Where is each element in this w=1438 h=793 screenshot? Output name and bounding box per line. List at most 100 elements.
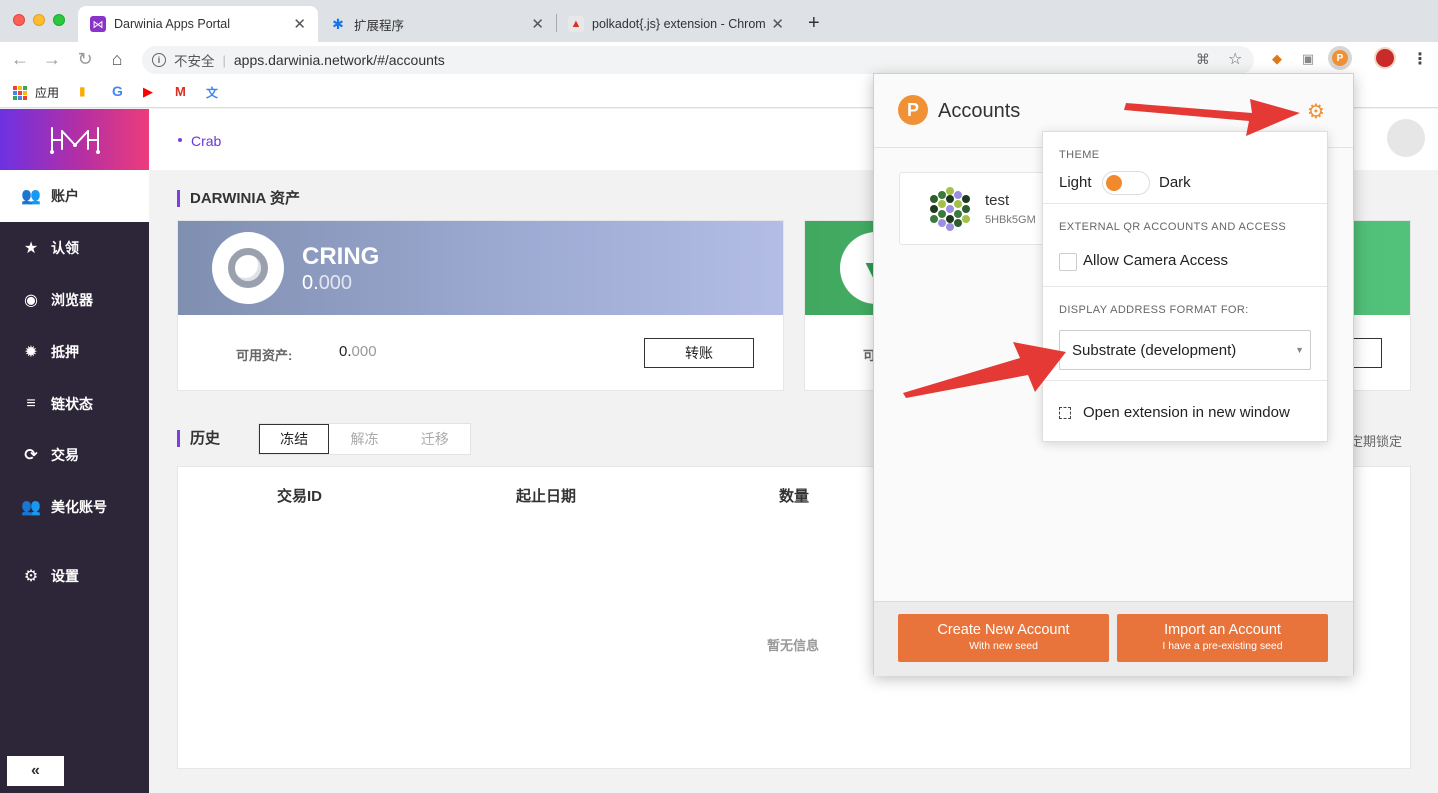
settings-gear-icon[interactable]: ⚙ (1307, 99, 1325, 124)
google-translate-icon[interactable]: 文 (206, 84, 218, 101)
security-label: 不安全 (174, 54, 215, 69)
button-sublabel: With new seed (969, 640, 1038, 652)
bookmark-star-icon[interactable]: ☆ (1228, 49, 1242, 69)
tab-close-icon[interactable]: ✕ (531, 15, 544, 33)
close-window-button[interactable] (13, 14, 25, 26)
reload-icon[interactable]: ↻ (74, 49, 96, 70)
tab-close-icon[interactable]: ✕ (771, 15, 784, 33)
token-amount: 0.000 (302, 272, 353, 294)
network-selector[interactable]: Crab (191, 133, 221, 149)
users-icon: 👥 (21, 499, 41, 516)
transfer-button[interactable]: 转账 (644, 338, 754, 368)
history-section-title: 历史 (177, 430, 220, 447)
url-text[interactable]: apps.darwinia.network/#/accounts (234, 52, 445, 68)
address-format-select[interactable]: Substrate (development) ▼ (1059, 330, 1311, 370)
collapse-sidebar-button[interactable]: « (7, 756, 64, 786)
forward-icon[interactable]: → (41, 49, 63, 70)
tab-extensions[interactable]: ✱ 扩展程序 ✕ (318, 6, 556, 42)
info-icon[interactable]: i (152, 53, 166, 67)
open-new-window-button[interactable]: Open extension in new window (1059, 404, 1290, 421)
profile-avatar[interactable] (1374, 47, 1396, 69)
sidebar-item-claim[interactable]: ★ 认领 (0, 222, 149, 274)
webstore-icon: ▲ (568, 16, 584, 32)
ring-icon (228, 248, 268, 288)
extension-icon[interactable]: ▣ (1297, 48, 1319, 70)
target-icon: ◉ (24, 292, 38, 309)
caret-down-icon: ▼ (1295, 345, 1304, 355)
tab-close-icon[interactable]: ✕ (293, 15, 306, 33)
polkadot-extension-button[interactable]: P (1328, 46, 1352, 70)
available-label: 可用资产: (236, 348, 293, 363)
translate-icon[interactable]: ⌘ (1196, 51, 1210, 68)
account-name: test (985, 192, 1010, 209)
import-account-button[interactable]: Import an Account I have a pre-existing … (1117, 614, 1328, 662)
button-label: Import an Account (1164, 622, 1281, 638)
apps-grid-icon (13, 85, 27, 100)
toggle-knob (1106, 175, 1122, 191)
browser-tab-bar: ⋈ Darwinia Apps Portal ✕ ✱ 扩展程序 ✕ ▲ polk… (0, 0, 1438, 42)
user-avatar[interactable] (1377, 115, 1438, 167)
database-icon: ≡ (26, 395, 36, 412)
sidebar-item-label: 链状态 (51, 396, 93, 412)
cring-asset-card: CRING 0.000 可用资产: 0.000 转账 (177, 220, 784, 391)
address-bar[interactable]: i 不安全 | apps.darwinia.network/#/accounts (142, 46, 1254, 74)
cogs-icon: ⚙ (23, 568, 39, 585)
qr-section: EXTERNAL QR ACCOUNTS AND ACCESS Allow Ca… (1043, 204, 1327, 287)
youtube-icon[interactable]: ▶ (143, 84, 153, 100)
polkadot-icon: P (1332, 50, 1348, 66)
cring-token-logo (212, 232, 284, 304)
tab-darwinia[interactable]: ⋈ Darwinia Apps Portal ✕ (78, 6, 318, 42)
sidebar-item-label: 抵押 (51, 344, 79, 360)
tab-frozen[interactable]: 冻结 (259, 424, 330, 454)
cog-icon: ✹ (24, 344, 38, 361)
minimize-window-button[interactable] (33, 14, 45, 26)
maximize-window-button[interactable] (53, 14, 65, 26)
sidebar-item-chainstate[interactable]: ≡ 链状态 (0, 378, 149, 430)
account-address: 5HBk5GM (985, 214, 1036, 226)
identicon-icon (930, 187, 970, 231)
home-icon[interactable]: ⌂ (106, 49, 128, 70)
sidebar-item-explorer[interactable]: ◉ 浏览器 (0, 274, 149, 326)
sidebar-item-label: 美化账号 (51, 499, 107, 515)
star-icon: ★ (23, 240, 39, 257)
popup-footer: Create New Account With new seed Import … (874, 601, 1353, 676)
tab-unfrozen[interactable]: 解冻 (329, 424, 399, 454)
assets-section-title: DARWINIA 资产 (177, 190, 300, 207)
bookmark-apps[interactable]: 应用 (13, 84, 59, 101)
analytics-icon[interactable]: ▮ (79, 84, 86, 98)
history-tabs: 冻结 解冻 迁移 (258, 423, 471, 455)
bookmark-label: 应用 (35, 86, 60, 100)
sidebar-item-staking[interactable]: ✹ 抵押 (0, 326, 149, 378)
theme-toggle[interactable] (1102, 171, 1150, 195)
sidebar-item-transfer[interactable]: ⟳ 交易 (0, 429, 149, 481)
token-name: CRING (302, 243, 380, 270)
column-header: 起止日期 (516, 488, 577, 505)
available-value: 0.000 (339, 343, 377, 360)
camera-access-label[interactable]: Allow Camera Access (1083, 252, 1228, 269)
gmail-icon[interactable]: M (175, 84, 186, 99)
metamask-icon[interactable]: ◆ (1266, 48, 1288, 70)
refresh-icon: ⟳ (24, 447, 38, 464)
fixed-lock-label[interactable]: 定期锁定 (1350, 431, 1402, 450)
select-value: Substrate (development) (1072, 341, 1237, 359)
column-header: 数量 (779, 488, 810, 505)
sidebar-item-label: 认领 (51, 240, 79, 256)
tab-migration[interactable]: 迁移 (400, 424, 470, 454)
sidebar-item-accounts[interactable]: 👥 账户 (0, 170, 149, 222)
new-tab-button[interactable]: + (808, 12, 820, 35)
address-format-label: DISPLAY ADDRESS FORMAT FOR: (1059, 304, 1249, 316)
chrome-menu-icon[interactable]: ⋮ (1412, 49, 1428, 69)
sidebar-item-settings[interactable]: ⚙ 设置 (0, 550, 149, 602)
camera-access-checkbox[interactable] (1059, 253, 1077, 271)
darwinia-logo[interactable] (0, 109, 149, 170)
popup-title: Accounts (938, 100, 1021, 122)
settings-menu: THEME Light Dark EXTERNAL QR ACCOUNTS AN… (1042, 131, 1328, 442)
expand-icon (1059, 406, 1071, 419)
network-dot (178, 138, 182, 142)
tab-polkadot-store[interactable]: ▲ polkadot{.js} extension - Chrom ✕ (556, 6, 796, 42)
create-account-button[interactable]: Create New Account With new seed (898, 614, 1109, 662)
tab-title: 扩展程序 (354, 18, 405, 33)
back-icon[interactable]: ← (9, 49, 31, 70)
sidebar-item-vanity[interactable]: 👥 美化账号 (0, 481, 149, 533)
google-icon[interactable]: G (112, 83, 123, 99)
